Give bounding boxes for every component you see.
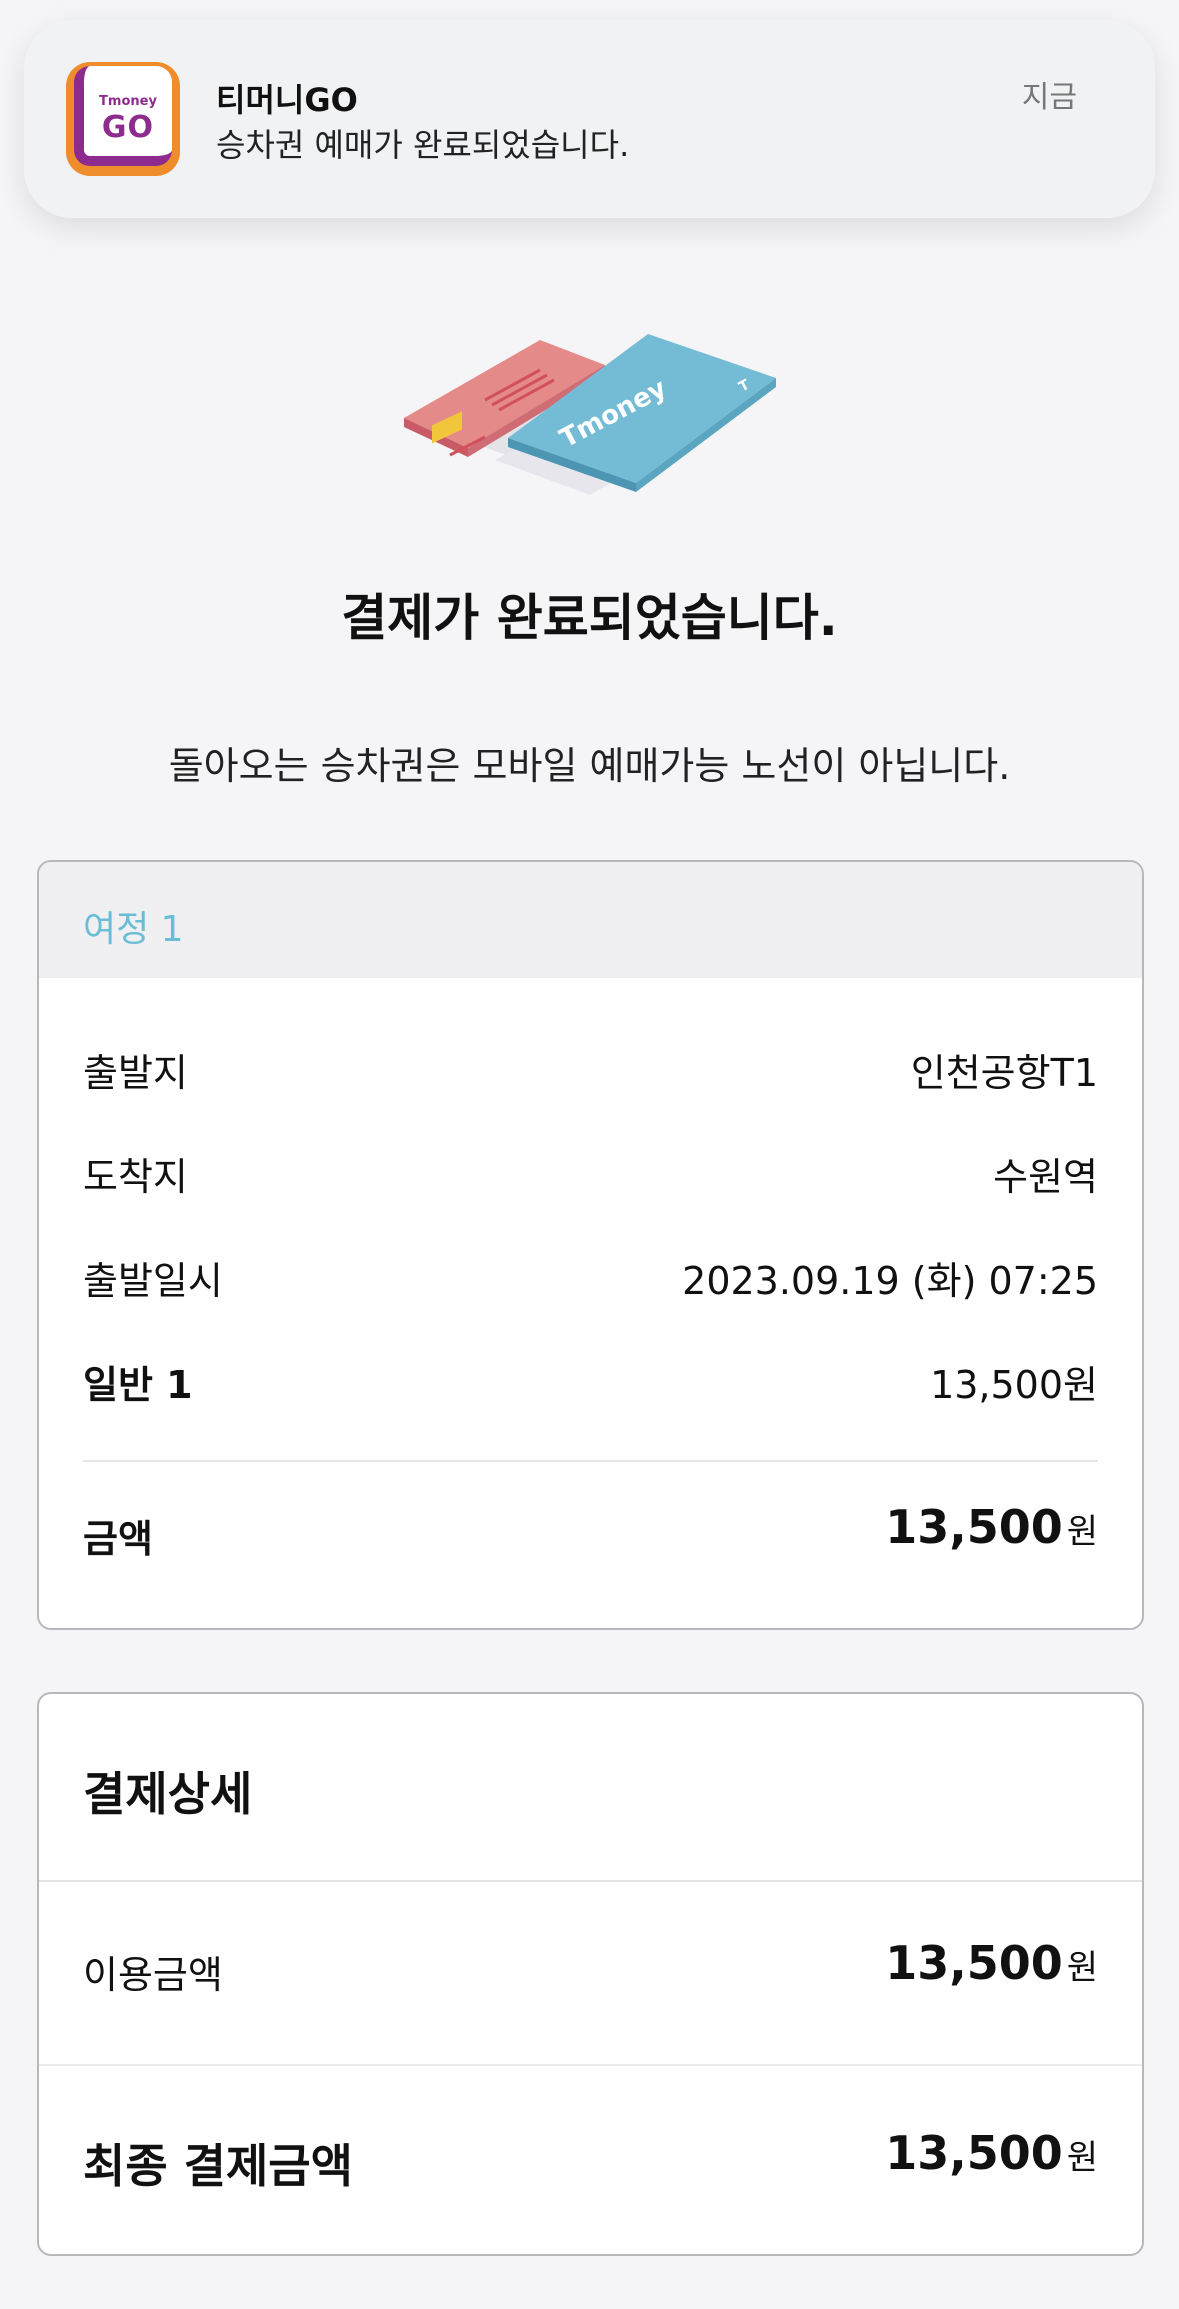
payment-complete-headline: 결제가 완료되었습니다. [341, 589, 838, 647]
payment-cards-illustration: Tmoney T [404, 334, 776, 495]
usage-amount-unit: 원 [1066, 1948, 1098, 1988]
final-payment-amount: 13,500 원 [885, 2126, 1098, 2180]
final-payment-unit: 원 [1066, 2138, 1098, 2178]
usage-amount: 13,500 원 [885, 1936, 1098, 1990]
payment-detail-card: 결제상세 이용금액 13,500 원 최종 결제금액 13,500 원 [37, 1692, 1144, 2256]
usage-amount-label: 이용금액 [83, 1953, 223, 1997]
tmoney-go-app-icon: Tmoney GO [66, 62, 180, 176]
arrival-value: 수원역 [993, 1155, 1098, 1199]
return-ticket-notice: 돌아오는 승차권은 모바일 예매가능 노선이 아닙니다. [168, 744, 1011, 788]
departure-label: 출발지 [83, 1051, 188, 1095]
journey-total-value: 13,500 [885, 1500, 1063, 1554]
fare-type-label: 일반 1 [83, 1363, 193, 1407]
payment-detail-title: 결제상세 [83, 1767, 253, 1821]
journey-card: 여정 1 출발지 인천공항T1 도착지 수원역 출발일시 2023.09.19 … [37, 860, 1144, 1630]
final-payment-label: 최종 결제금액 [83, 2139, 353, 2193]
notification-title: 티머니GO [216, 81, 358, 119]
detail-divider-middle [39, 2064, 1142, 2066]
final-payment-value: 13,500 [885, 2126, 1063, 2180]
notification-message: 승차권 예매가 완료되었습니다. [216, 126, 630, 164]
usage-amount-value: 13,500 [885, 1936, 1063, 1990]
notification-time: 지금 [1021, 80, 1077, 115]
journey-divider [83, 1460, 1098, 1462]
fare-type-value: 13,500원 [930, 1363, 1098, 1407]
notification-banner[interactable]: Tmoney GO 티머니GO 승차권 예매가 완료되었습니다. 지금 [24, 20, 1155, 218]
detail-divider-top [39, 1880, 1142, 1882]
journey-header: 여정 1 [39, 862, 1142, 978]
journey-label: 여정 1 [83, 909, 184, 950]
departure-value: 인천공항T1 [910, 1051, 1098, 1095]
journey-total-label: 금액 [83, 1517, 153, 1561]
journey-total-unit: 원 [1066, 1512, 1098, 1552]
arrival-label: 도착지 [83, 1155, 188, 1199]
departure-datetime-value: 2023.09.19 (화) 07:25 [682, 1259, 1098, 1303]
app-icon-small-text: Tmoney [99, 94, 157, 109]
departure-datetime-label: 출발일시 [83, 1259, 223, 1303]
journey-total-amount: 13,500 원 [885, 1500, 1098, 1554]
app-icon-large-text: GO [101, 110, 155, 145]
